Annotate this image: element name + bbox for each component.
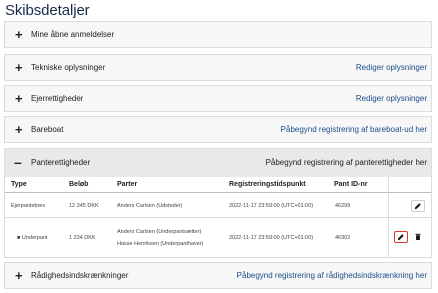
radighedsindskraenkning-registration-link[interactable]: Påbegynd registrering af rådighedsindskr… (237, 271, 427, 280)
page-title: Skibsdetaljer (5, 2, 90, 19)
section-mine-abne-anmeldelser[interactable]: + Mine åbne anmeldelser (4, 21, 432, 48)
bareboat-registration-link[interactable]: Påbegynd registrering af bareboat-ud her (281, 125, 427, 134)
plus-icon: + (15, 27, 23, 42)
minus-icon: – (14, 154, 22, 170)
cell-parter: Anders Carlsen (Udsteder) (117, 203, 183, 209)
column-header-type: Type (11, 181, 27, 188)
column-header-pant-id: Pant ID-nr (334, 181, 368, 188)
table-row: Ejerpantebrev 12 345 DKK Anders Carlsen … (5, 194, 431, 218)
rediger-oplysninger-link[interactable]: Rediger oplysninger (356, 94, 427, 103)
plus-icon: + (15, 122, 23, 137)
edit-button[interactable] (411, 200, 425, 212)
section-panterettigheder: – Panterettigheder Påbegynd registrering… (4, 148, 432, 258)
section-title: Tekniske oplysninger (31, 63, 106, 72)
section-title: Panterettigheder (31, 158, 91, 167)
trash-icon (415, 233, 421, 241)
pencil-icon (414, 203, 421, 210)
pencil-icon (397, 234, 404, 241)
cell-belob: 12 345 DKK (69, 203, 99, 209)
table-row: ■ Underpant 1 234 DKK Anders Carlsen (Un… (5, 219, 431, 259)
cell-parter: Hasse Henriksen (Underpanthaver) (117, 241, 204, 247)
column-header-belob: Beløb (69, 181, 89, 188)
cell-registreringstidspunkt: 2022-11-17 23:59:00 (UTC+01:00) (229, 203, 314, 209)
cell-parter: Anders Carlsen (Underpantsætter) (117, 229, 202, 235)
cell-belob: 1 234 DKK (69, 235, 96, 241)
cell-registreringstidspunkt: 2022-11-17 23:59:00 (UTC+01:00) (229, 235, 314, 241)
section-tekniske-oplysninger[interactable]: + Tekniske oplysninger Rediger oplysning… (4, 54, 432, 81)
rediger-oplysninger-link[interactable]: Rediger oplysninger (356, 63, 427, 72)
cell-pant-id: 46299 (335, 203, 351, 209)
cell-pant-id: 46302 (335, 235, 351, 241)
section-ejerrettigheder[interactable]: + Ejerrettigheder Rediger oplysninger (4, 85, 432, 112)
cell-type: Ejerpantebrev (11, 203, 46, 209)
plus-icon: + (15, 60, 23, 75)
plus-icon: + (15, 268, 23, 283)
column-header-parter: Parter (117, 181, 138, 188)
section-radighedsindskraenkninger[interactable]: + Rådighedsindskrænkninger Påbegynd regi… (4, 262, 432, 289)
edit-button[interactable] (394, 231, 408, 243)
section-header[interactable]: – Panterettigheder Påbegynd registrering… (5, 149, 431, 177)
column-header-registreringstidspunkt: Registreringstidspunkt (229, 181, 306, 188)
cell-type: ■ Underpant (17, 235, 48, 241)
section-title: Bareboat (31, 125, 64, 134)
section-title: Rådighedsindskrænkninger (31, 271, 129, 280)
table-header: Type Beløb Parter Registreringstidspunkt… (5, 177, 431, 193)
cell-type-label: Underpant (21, 235, 48, 241)
section-title: Ejerrettigheder (31, 94, 84, 103)
delete-button[interactable] (411, 231, 425, 243)
panterettigheder-registration-link[interactable]: Påbegynd registrering af panterettighede… (266, 158, 427, 167)
section-title: Mine åbne anmeldelser (31, 30, 115, 39)
section-bareboat[interactable]: + Bareboat Påbegynd registrering af bare… (4, 116, 432, 143)
plus-icon: + (15, 91, 23, 106)
